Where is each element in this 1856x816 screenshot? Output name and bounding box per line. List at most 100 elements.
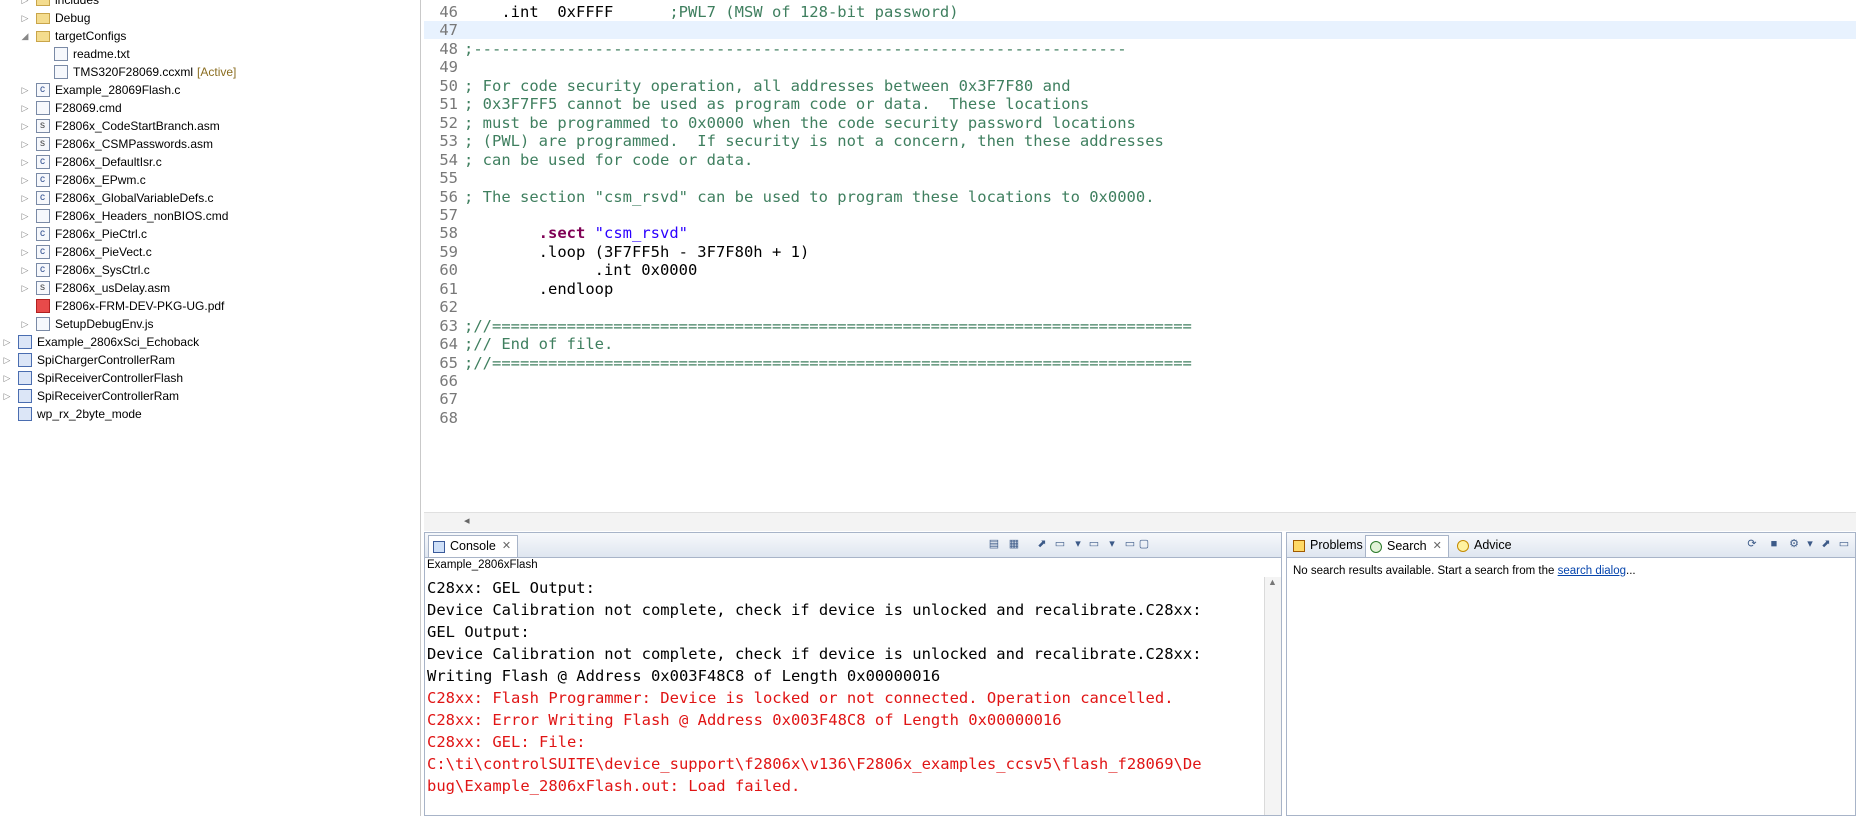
tree-item[interactable]: ▷ F2806x_CSMPasswords.asm xyxy=(20,135,214,153)
tree-item[interactable]: ▷ F2806x_GlobalVariableDefs.c xyxy=(20,189,214,207)
expand-arrow-icon[interactable]: ▷ xyxy=(20,243,30,261)
search-dialog-link[interactable]: search dialog xyxy=(1558,565,1626,577)
console-output[interactable]: C28xx: GEL Output: Device Calibration not… xyxy=(427,577,1259,815)
search-toolbar-button[interactable]: ▾ xyxy=(1803,537,1817,551)
code-line[interactable]: 55 xyxy=(424,169,1856,187)
code-line[interactable]: 46 .int 0xFFFF ;PWL7 (MSW of 128-bit pas… xyxy=(424,3,1856,21)
expand-arrow-icon[interactable]: ▷ xyxy=(20,81,30,99)
expand-arrow-icon[interactable]: ▷ xyxy=(20,189,30,207)
code-line[interactable]: 62 xyxy=(424,298,1856,316)
tree-item[interactable]: ▷ Example_28069Flash.c xyxy=(20,81,181,99)
code-line[interactable]: 58 .sect "csm_rsvd" xyxy=(424,224,1856,242)
code-comment: ;//=====================================… xyxy=(464,353,1192,372)
code-line[interactable]: 66 xyxy=(424,372,1856,390)
code-line[interactable]: 50 ; For code security operation, all add… xyxy=(424,77,1856,95)
expand-arrow-icon[interactable]: ▷ xyxy=(20,225,30,243)
expand-arrow-icon[interactable]: ▷ xyxy=(2,369,12,387)
expand-arrow-icon[interactable]: ▷ xyxy=(2,387,12,405)
expand-arrow-icon[interactable]: ▷ xyxy=(20,171,30,189)
console-toolbar-button[interactable]: ▭ xyxy=(1087,537,1101,551)
expand-arrow-icon[interactable]: ▷ xyxy=(20,99,30,117)
tree-item-label: F2806x_Headers_nonBIOS.cmd xyxy=(55,209,229,223)
search-toolbar-button[interactable]: ■ xyxy=(1767,537,1781,551)
search-toolbar-button[interactable]: ▭ xyxy=(1837,537,1851,551)
line-number: 61 xyxy=(439,279,458,298)
tree-item[interactable]: wp_rx_2byte_mode xyxy=(2,405,142,423)
tab-console[interactable]: Console ✕ xyxy=(428,535,519,557)
tree-item[interactable]: ▷ F2806x_PieCtrl.c xyxy=(20,225,148,243)
tree-item[interactable]: ▷ F2806x_DefaultIsr.c xyxy=(20,153,162,171)
console-toolbar-button[interactable]: ▾ xyxy=(1071,537,1085,551)
tab-advice[interactable]: Advice xyxy=(1453,535,1518,556)
expand-arrow-icon[interactable]: ▷ xyxy=(20,117,30,135)
tree-item[interactable]: ▷ SpiReceiverControllerFlash xyxy=(2,369,183,387)
cmd-file-icon xyxy=(36,209,50,223)
console-toolbar-button[interactable]: ▦ xyxy=(1007,537,1021,551)
code-line[interactable]: 51 ; 0x3F7FF5 cannot be used as program c… xyxy=(424,95,1856,113)
tree-item[interactable]: readme.txt xyxy=(38,45,130,63)
editor-horizontal-scrollbar[interactable]: ◂ xyxy=(424,512,1856,531)
tree-item[interactable]: ▷ F2806x_Headers_nonBIOS.cmd xyxy=(20,207,228,225)
tree-item[interactable]: ▷ F2806x_usDelay.asm xyxy=(20,279,171,297)
expand-arrow-icon[interactable]: ▷ xyxy=(20,207,30,225)
code-line[interactable]: 67 xyxy=(424,390,1856,408)
tree-item[interactable]: ▷ SpiReceiverControllerRam xyxy=(2,387,179,405)
scroll-up-icon[interactable]: ▲ xyxy=(1268,577,1277,587)
expand-arrow-icon[interactable]: ▷ xyxy=(20,153,30,171)
expand-arrow-icon[interactable]: ▷ xyxy=(20,9,30,27)
expand-arrow-icon[interactable]: ▷ xyxy=(20,0,30,9)
tab-search[interactable]: Search ✕ xyxy=(1365,535,1449,557)
code-line[interactable]: 61 .endloop xyxy=(424,280,1856,298)
code-line[interactable]: 60 .int 0x0000 xyxy=(424,261,1856,279)
expand-arrow-icon[interactable]: ◢ xyxy=(20,27,30,45)
tree-item[interactable]: F2806x-FRM-DEV-PKG-UG.pdf xyxy=(20,297,224,315)
tree-item[interactable]: ◢ targetConfigs xyxy=(20,27,127,45)
console-toolbar-button[interactable]: ▢ xyxy=(1137,537,1151,551)
close-icon[interactable]: ✕ xyxy=(1433,536,1442,557)
tree-item[interactable]: ▷ includes xyxy=(20,0,99,9)
expand-arrow-icon[interactable]: ▷ xyxy=(20,135,30,153)
search-toolbar-button[interactable]: ⬈ xyxy=(1819,537,1833,551)
code-line[interactable]: 65 ;//===================================… xyxy=(424,354,1856,372)
code-line[interactable]: 48 ;-------------------------------------… xyxy=(424,40,1856,58)
expand-arrow-icon[interactable]: ▷ xyxy=(20,315,30,333)
expand-arrow-icon[interactable]: ▷ xyxy=(2,351,12,369)
tree-item[interactable]: ▷ Example_2806xSci_Echoback xyxy=(2,333,199,351)
code-line[interactable]: 49 xyxy=(424,58,1856,76)
tree-item[interactable]: ▷ Debug xyxy=(20,9,91,27)
tree-item[interactable]: ▷ F2806x_SysCtrl.c xyxy=(20,261,150,279)
console-toolbar-button[interactable]: ▭ xyxy=(1053,537,1067,551)
console-toolbar-button[interactable]: ⬈ xyxy=(1035,537,1049,551)
tab-problems[interactable]: Problems xyxy=(1289,535,1369,556)
tree-item-label: F2806x_EPwm.c xyxy=(55,173,146,187)
tree-item[interactable]: TMS320F28069.ccxml [Active] xyxy=(38,63,236,81)
close-icon[interactable]: ✕ xyxy=(502,536,511,557)
tree-item[interactable]: ▷ SpiChargerControllerRam xyxy=(2,351,175,369)
expand-arrow-icon[interactable]: ▷ xyxy=(2,333,12,351)
console-toolbar-button[interactable]: ▾ xyxy=(1105,537,1119,551)
code-line[interactable]: 57 xyxy=(424,206,1856,224)
tree-item[interactable]: ▷ F2806x_EPwm.c xyxy=(20,171,146,189)
code-line[interactable]: 64 ;// End of file. xyxy=(424,335,1856,353)
expand-arrow-icon[interactable]: ▷ xyxy=(20,279,30,297)
code-line[interactable]: 47 xyxy=(424,21,1856,40)
expand-arrow-icon[interactable]: ▷ xyxy=(20,261,30,279)
scroll-left-icon[interactable]: ◂ xyxy=(464,514,470,527)
search-toolbar-button[interactable]: ⚙ xyxy=(1787,537,1801,551)
code-editor[interactable]: 46 .int 0xFFFF ;PWL7 (MSW of 128-bit pas… xyxy=(424,0,1856,530)
code-line[interactable]: 53 ; (PWL) are programmed. If security is… xyxy=(424,132,1856,150)
code-line[interactable]: 54 ; can be used for code or data. xyxy=(424,151,1856,169)
tree-item[interactable]: ▷ F2806x_CodeStartBranch.asm xyxy=(20,117,220,135)
code-line[interactable]: 56 ; The section "csm_rsvd" can be used t… xyxy=(424,188,1856,206)
tree-item[interactable]: ▷ F2806x_PieVect.c xyxy=(20,243,152,261)
code-line[interactable]: 63 ;//===================================… xyxy=(424,317,1856,335)
tree-item[interactable]: ▷ SetupDebugEnv.js xyxy=(20,315,154,333)
code-line[interactable]: 52 ; must be programmed to 0x0000 when th… xyxy=(424,114,1856,132)
console-vertical-scrollbar[interactable]: ▲ xyxy=(1264,577,1281,815)
console-toolbar-button[interactable]: ▤ xyxy=(987,537,1001,551)
tree-item[interactable]: ▷ F28069.cmd xyxy=(20,99,122,117)
search-toolbar-button[interactable]: ⟳ xyxy=(1745,537,1759,551)
console-toolbar-button[interactable]: ▭ xyxy=(1123,537,1137,551)
code-line[interactable]: 68 xyxy=(424,409,1856,427)
code-line[interactable]: 59 .loop (3F7FF5h - 3F7F80h + 1) xyxy=(424,243,1856,261)
